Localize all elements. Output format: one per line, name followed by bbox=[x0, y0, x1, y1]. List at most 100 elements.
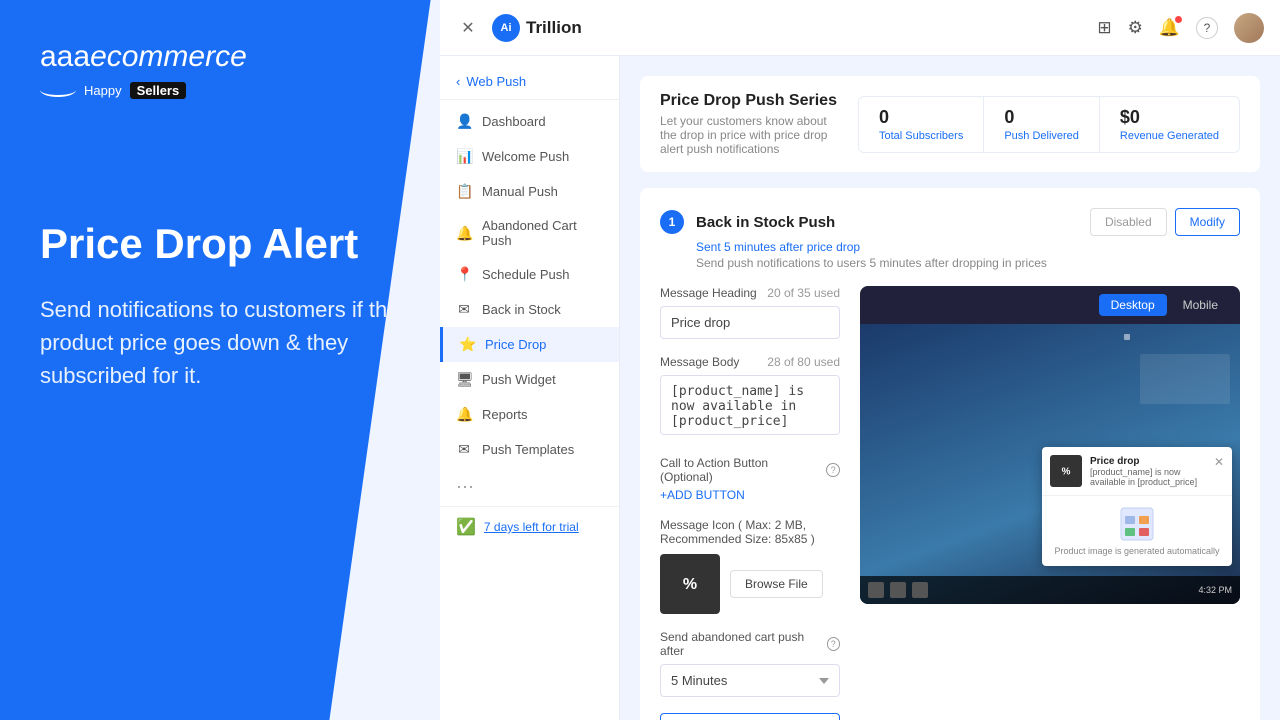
cta-label: Call to Action Button (Optional) ? bbox=[660, 456, 840, 484]
notif-header: % Price drop [product_name] is now avail… bbox=[1042, 447, 1232, 496]
trial-text[interactable]: 7 days left for trial bbox=[484, 520, 579, 534]
trial-bar: ✅ 7 days left for trial bbox=[440, 506, 619, 547]
product-image-auto-text: Product image is generated automatically bbox=[1054, 546, 1219, 556]
sidebar-back-button[interactable]: ‹ Web Push bbox=[440, 64, 619, 100]
help-icon[interactable]: ? bbox=[1196, 17, 1218, 39]
logo-happy: Happy bbox=[84, 83, 122, 98]
top-bar: ✕ Ai Trillion ⊞ ⚙ 🔔 ? bbox=[440, 0, 1280, 56]
sidebar-item-welcome[interactable]: 📊 Welcome Push bbox=[440, 139, 619, 174]
logo-area: aaa ecommerce Happy Sellers bbox=[40, 40, 400, 99]
grid-icon[interactable]: ⊞ bbox=[1097, 18, 1111, 38]
abandoned-after-group: Send abandoned cart push after ? 5 Minut… bbox=[660, 630, 840, 697]
body-count: 28 of 80 used bbox=[767, 355, 840, 369]
disabled-button[interactable]: Disabled bbox=[1090, 208, 1167, 236]
taskbar-icon-2 bbox=[890, 582, 906, 598]
push-card: 1 Back in Stock Push Disabled Modify Sen… bbox=[640, 188, 1260, 720]
sidebar-item-templates[interactable]: ✉ Push Templates bbox=[440, 432, 619, 467]
sidebar-item-dashboard[interactable]: 👤 Dashboard bbox=[440, 104, 619, 139]
tab-desktop[interactable]: Desktop bbox=[1099, 294, 1167, 316]
tab-mobile[interactable]: Mobile bbox=[1171, 294, 1230, 316]
taskbar-time: 4:32 PM bbox=[1198, 585, 1232, 595]
schedule-icon: 📍 bbox=[456, 266, 472, 283]
notification-dot bbox=[1175, 16, 1182, 23]
stats-bar: Price Drop Push Series Let your customer… bbox=[640, 76, 1260, 172]
add-cta-button[interactable]: +ADD BUTTON bbox=[660, 488, 840, 502]
left-title: Price Drop Alert bbox=[40, 219, 400, 269]
win-element-2 bbox=[1124, 334, 1130, 340]
notif-title: Price drop bbox=[1090, 456, 1206, 467]
sidebar-item-abandoned[interactable]: 🔔 Abandoned Cart Push bbox=[440, 209, 619, 257]
subscribers-label: Total Subscribers bbox=[879, 130, 963, 142]
notif-close-button[interactable]: ✕ bbox=[1214, 455, 1224, 469]
content-area: Price Drop Push Series Let your customer… bbox=[620, 56, 1280, 720]
logo-sub-row: Happy Sellers bbox=[40, 82, 400, 99]
left-content: Price Drop Alert Send notifications to c… bbox=[40, 219, 400, 392]
stat-delivered: 0 Push Delivered bbox=[984, 97, 1100, 152]
svg-text:%: % bbox=[1062, 467, 1071, 478]
icon-preview: % bbox=[660, 554, 720, 614]
sidebar-item-label: Back in Stock bbox=[482, 302, 561, 317]
logo-sellers: Sellers bbox=[130, 82, 187, 99]
right-panel: ✕ Ai Trillion ⊞ ⚙ 🔔 ? ‹ Web Push 👤 Dash bbox=[440, 0, 1280, 720]
logo-smile-line bbox=[40, 83, 76, 97]
desktop-preview: % Price drop [product_name] is now avail… bbox=[860, 324, 1240, 604]
pushwidget-icon: 🖥 bbox=[456, 371, 472, 388]
heading-count: 20 of 35 used bbox=[767, 286, 840, 300]
sidebar-item-schedule[interactable]: 📍 Schedule Push bbox=[440, 257, 619, 292]
sidebar-item-reports[interactable]: 🔔 Reports bbox=[440, 397, 619, 432]
sidebar-item-label: Abandoned Cart Push bbox=[482, 218, 603, 248]
bell-icon[interactable]: 🔔 bbox=[1159, 18, 1180, 38]
sidebar-item-pricedrop[interactable]: ⭐ Price Drop bbox=[440, 327, 619, 362]
sidebar-item-backinstock[interactable]: ✉ Back in Stock bbox=[440, 292, 619, 327]
delivered-label: Push Delivered bbox=[1004, 130, 1079, 142]
product-image-auto: Product image is generated automatically bbox=[1042, 496, 1232, 566]
preview-section: Desktop Mobile bbox=[860, 286, 1240, 720]
send-test-button[interactable]: Send Test bbox=[660, 713, 840, 720]
message-heading-input[interactable] bbox=[660, 306, 840, 339]
push-card-title: Back in Stock Push bbox=[696, 214, 1078, 231]
sidebar-more-icon[interactable]: ··· bbox=[440, 467, 619, 506]
icon-section: Message Icon ( Max: 2 MB, Recommended Si… bbox=[660, 518, 840, 614]
abandoned-icon: 🔔 bbox=[456, 225, 472, 242]
windows-taskbar: 4:32 PM bbox=[860, 576, 1240, 604]
backinstock-icon: ✉ bbox=[456, 301, 472, 318]
message-body-label: Message Body bbox=[660, 355, 739, 369]
sidebar-item-label: Welcome Push bbox=[482, 149, 569, 164]
brand-name: Trillion bbox=[526, 18, 582, 38]
user-avatar[interactable] bbox=[1234, 13, 1264, 43]
sidebar-item-label: Schedule Push bbox=[482, 267, 569, 282]
modify-button[interactable]: Modify bbox=[1175, 208, 1240, 236]
close-button[interactable]: ✕ bbox=[456, 16, 480, 40]
icon-label: Message Icon ( Max: 2 MB, Recommended Si… bbox=[660, 518, 840, 546]
notif-body: [product_name] is now available in [prod… bbox=[1090, 467, 1206, 487]
stats-numbers: 0 Total Subscribers 0 Push Delivered $0 … bbox=[858, 96, 1240, 153]
sidebar-back-label: Web Push bbox=[466, 74, 526, 89]
gear-icon[interactable]: ⚙ bbox=[1128, 18, 1143, 38]
push-subtitle: Sent 5 minutes after price drop bbox=[696, 240, 1240, 254]
message-heading-label-row: Message Heading 20 of 35 used bbox=[660, 286, 840, 300]
icon-upload-row: % Browse File bbox=[660, 554, 840, 614]
trial-check-icon: ✅ bbox=[456, 517, 476, 537]
logo-top: aaa ecommerce bbox=[40, 40, 400, 74]
brand-icon: Ai bbox=[492, 14, 520, 42]
sidebar-item-pushwidget[interactable]: 🖥 Push Widget bbox=[440, 362, 619, 397]
sidebar-item-manual[interactable]: 📋 Manual Push bbox=[440, 174, 619, 209]
taskbar-icon-3 bbox=[912, 582, 928, 598]
stats-title: Price Drop Push Series bbox=[660, 92, 838, 110]
stat-revenue: $0 Revenue Generated bbox=[1100, 97, 1239, 152]
delivered-count: 0 bbox=[1004, 107, 1079, 128]
notif-icon: % bbox=[1050, 455, 1082, 487]
browse-file-button[interactable]: Browse File bbox=[730, 570, 823, 598]
message-body-input[interactable]: [product_name] is now available in [prod… bbox=[660, 375, 840, 435]
templates-icon: ✉ bbox=[456, 441, 472, 458]
message-heading-label: Message Heading bbox=[660, 286, 757, 300]
abandoned-after-select[interactable]: 5 Minutes bbox=[660, 664, 840, 697]
reports-icon: 🔔 bbox=[456, 406, 472, 423]
product-image-placeholder-icon bbox=[1119, 506, 1155, 542]
sidebar-item-label: Push Widget bbox=[482, 372, 556, 387]
left-panel: aaa ecommerce Happy Sellers Price Drop A… bbox=[0, 0, 440, 720]
abandoned-label: Send abandoned cart push after ? bbox=[660, 630, 840, 658]
notif-text: Price drop [product_name] is now availab… bbox=[1090, 456, 1206, 487]
push-card-actions: Disabled Modify bbox=[1090, 208, 1240, 236]
stat-subscribers: 0 Total Subscribers bbox=[859, 97, 984, 152]
